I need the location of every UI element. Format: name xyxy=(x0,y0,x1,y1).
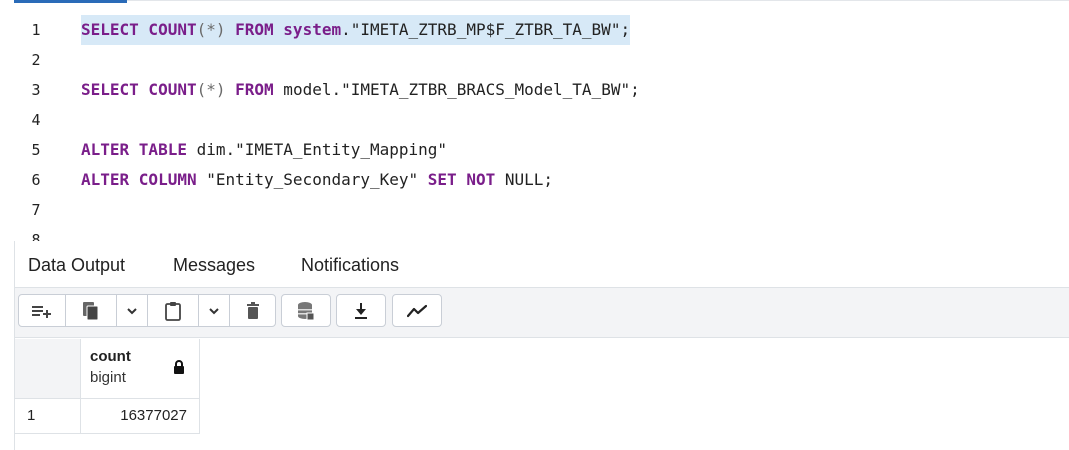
line-number: 1 xyxy=(31,21,41,39)
query-editor[interactable]: 1 2 3 4 5 6 7 8 SELECT COUNT(*) FROM sys… xyxy=(0,0,1069,241)
copy-options-dropdown[interactable] xyxy=(117,295,147,326)
tab-notifications[interactable]: Notifications xyxy=(301,253,399,277)
graph-visualiser-button[interactable] xyxy=(393,295,441,326)
download-icon xyxy=(355,302,367,319)
sql-identifier: ."IMETA_ZTRB_MP$F_ZTBR_TA_BW"; xyxy=(341,20,631,39)
table-row-number[interactable]: 1 xyxy=(15,399,81,434)
tab-data-output[interactable]: Data Output xyxy=(28,253,125,277)
sql-punctuation: (*) xyxy=(196,20,226,39)
copy-button[interactable] xyxy=(66,295,116,326)
add-row-button[interactable] xyxy=(19,295,65,326)
add-row-icon xyxy=(32,305,51,318)
download-button[interactable] xyxy=(337,295,385,326)
table-cell-count[interactable]: 16377027 xyxy=(81,399,200,434)
line-number: 4 xyxy=(31,111,41,129)
editor-top-border xyxy=(127,0,1069,1)
column-name: count xyxy=(90,348,131,365)
line-number: 8 xyxy=(31,231,41,241)
sql-keyword: ALTER COLUMN xyxy=(81,170,197,189)
download-toolbar-group xyxy=(336,294,386,327)
sql-keyword: SELECT COUNT xyxy=(81,80,197,99)
lock-icon xyxy=(174,360,184,374)
row-number-header[interactable] xyxy=(15,339,81,399)
sql-keyword: FROM system xyxy=(225,20,342,39)
save-data-button[interactable] xyxy=(282,295,330,326)
paste-options-dropdown[interactable] xyxy=(199,295,229,326)
chevron-down-icon xyxy=(209,307,219,314)
data-output-toolbar xyxy=(15,288,1069,338)
line-number: 2 xyxy=(31,51,41,69)
sql-identifier: dim."IMETA_Entity_Mapping" xyxy=(186,140,448,159)
graph-toolbar-group xyxy=(392,294,442,327)
sql-punctuation: (*) xyxy=(196,80,226,99)
sql-keyword: FROM xyxy=(225,80,274,99)
row-number: 1 xyxy=(27,407,36,424)
paste-button[interactable] xyxy=(148,295,198,326)
edit-toolbar-group xyxy=(18,294,276,327)
column-type: bigint xyxy=(90,369,126,386)
save-data-icon xyxy=(298,301,315,320)
line-number: 7 xyxy=(31,201,41,219)
sql-keyword: SELECT COUNT xyxy=(81,20,197,39)
result-grid: count bigint 1 16377027 xyxy=(15,339,215,435)
column-header-count[interactable]: count bigint xyxy=(81,339,200,399)
line-number-gutter: 1 2 3 4 5 6 7 8 xyxy=(14,3,66,241)
output-tab-bar: Data Output Messages Notifications xyxy=(15,241,1069,288)
cell-value: 16377027 xyxy=(120,407,187,424)
sql-keyword: ALTER TABLE xyxy=(81,140,187,159)
delete-row-button[interactable] xyxy=(230,295,276,326)
copy-icon xyxy=(83,301,99,320)
line-number: 6 xyxy=(31,171,41,189)
sql-keyword: SET NOT xyxy=(427,170,496,189)
output-panel: Data Output Messages Notifications count… xyxy=(14,241,1069,450)
code-line-3[interactable]: SELECT COUNT(*) FROM model."IMETA_ZTBR_B… xyxy=(81,75,640,105)
save-toolbar-group xyxy=(281,294,331,327)
sql-identifier: NULL; xyxy=(495,170,554,189)
code-line-1[interactable]: SELECT COUNT(*) FROM system."IMETA_ZTRB_… xyxy=(81,15,631,45)
line-number: 5 xyxy=(31,141,41,159)
sql-identifier: model."IMETA_ZTBR_BRACS_Model_TA_BW"; xyxy=(273,80,640,99)
tab-messages[interactable]: Messages xyxy=(173,253,255,277)
paste-icon xyxy=(165,301,181,321)
code-line-5[interactable]: ALTER TABLE dim."IMETA_Entity_Mapping" xyxy=(81,135,447,165)
graph-icon xyxy=(407,304,427,317)
sql-identifier: "Entity_Secondary_Key" xyxy=(196,170,428,189)
code-line-6[interactable]: ALTER COLUMN "Entity_Secondary_Key" SET … xyxy=(81,165,553,195)
line-number: 3 xyxy=(31,81,41,99)
chevron-down-icon xyxy=(127,307,137,314)
delete-icon xyxy=(247,301,259,319)
